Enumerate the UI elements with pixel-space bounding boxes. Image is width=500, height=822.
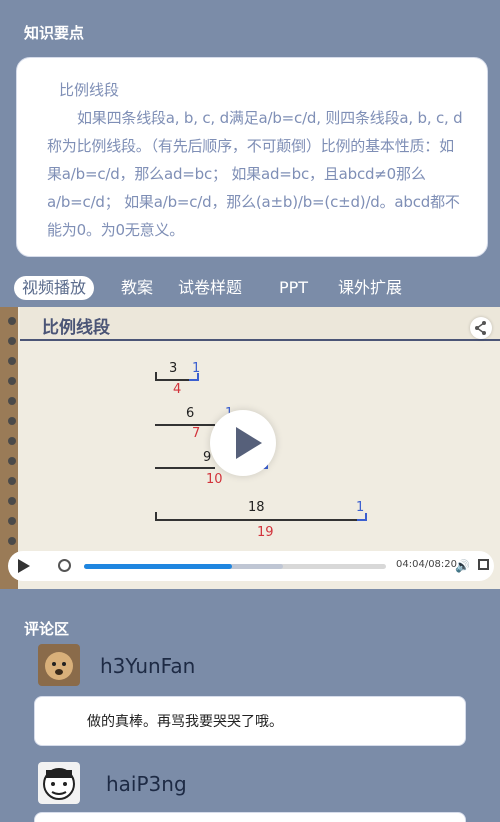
play-overlay-icon[interactable] <box>210 410 276 476</box>
segment-2-bottom: 7 <box>192 426 201 441</box>
tab-lesson-plan[interactable]: 教案 <box>121 276 153 300</box>
comment-text <box>34 812 466 822</box>
avatar[interactable] <box>38 644 80 686</box>
segment-3-bottom: 10 <box>206 472 223 487</box>
progress-bar[interactable] <box>84 564 386 569</box>
segment-2-top: 6 <box>186 406 195 421</box>
knowledge-section-title: 知识要点 <box>24 24 85 42</box>
video-controls: 04:04/08:20 🔊 <box>8 551 494 581</box>
comment-username[interactable]: haiP3ng <box>106 772 187 796</box>
comment-text: 做的真棒。再骂我要哭哭了哦。 <box>34 696 466 746</box>
segment-4-bottom: 19 <box>257 525 274 540</box>
knowledge-card: 比例线段 如果四条线段a, b, c, d满足a/b=c/d, 则四条线段a, … <box>16 57 488 257</box>
replay-icon[interactable] <box>58 559 71 572</box>
volume-icon[interactable]: 🔊 <box>455 559 470 573</box>
play-icon[interactable] <box>18 559 30 573</box>
segment-4-top: 18 <box>248 500 265 515</box>
notebook-rings <box>0 307 18 589</box>
segment-2-line <box>155 424 215 426</box>
segment-4-line <box>155 519 365 521</box>
avatar[interactable] <box>38 762 80 804</box>
knowledge-body: 如果四条线段a, b, c, d满足a/b=c/d, 则四条线段a, b, c,… <box>47 109 463 239</box>
segment-3-top: 9 <box>203 450 212 465</box>
tab-ppt[interactable]: PPT <box>279 276 308 300</box>
time-display: 04:04/08:20 <box>396 559 458 570</box>
tab-extension[interactable]: 课外扩展 <box>338 276 402 300</box>
knowledge-heading: 比例线段 <box>59 81 120 99</box>
tab-sample-papers[interactable]: 试卷样题 <box>178 276 242 300</box>
share-icon[interactable] <box>470 317 492 339</box>
comments-section-title: 评论区 <box>24 620 70 638</box>
progress-fill <box>84 564 232 569</box>
segment-1-top: 3 <box>169 361 178 376</box>
segment-1-bottom: 4 <box>173 382 182 397</box>
tab-video[interactable]: 视频播放 <box>14 276 95 300</box>
fullscreen-icon[interactable] <box>478 559 489 570</box>
comment-username[interactable]: h3YunFan <box>100 654 195 678</box>
segment-3-line <box>155 467 215 469</box>
video-player[interactable]: 比例线段 3 1 4 6 1 7 9 1 10 18 1 19 <box>0 307 500 589</box>
video-title: 比例线段 <box>42 318 110 338</box>
resource-tabs: 视频播放 教案 试卷样题 PPT 课外扩展 <box>0 276 500 302</box>
